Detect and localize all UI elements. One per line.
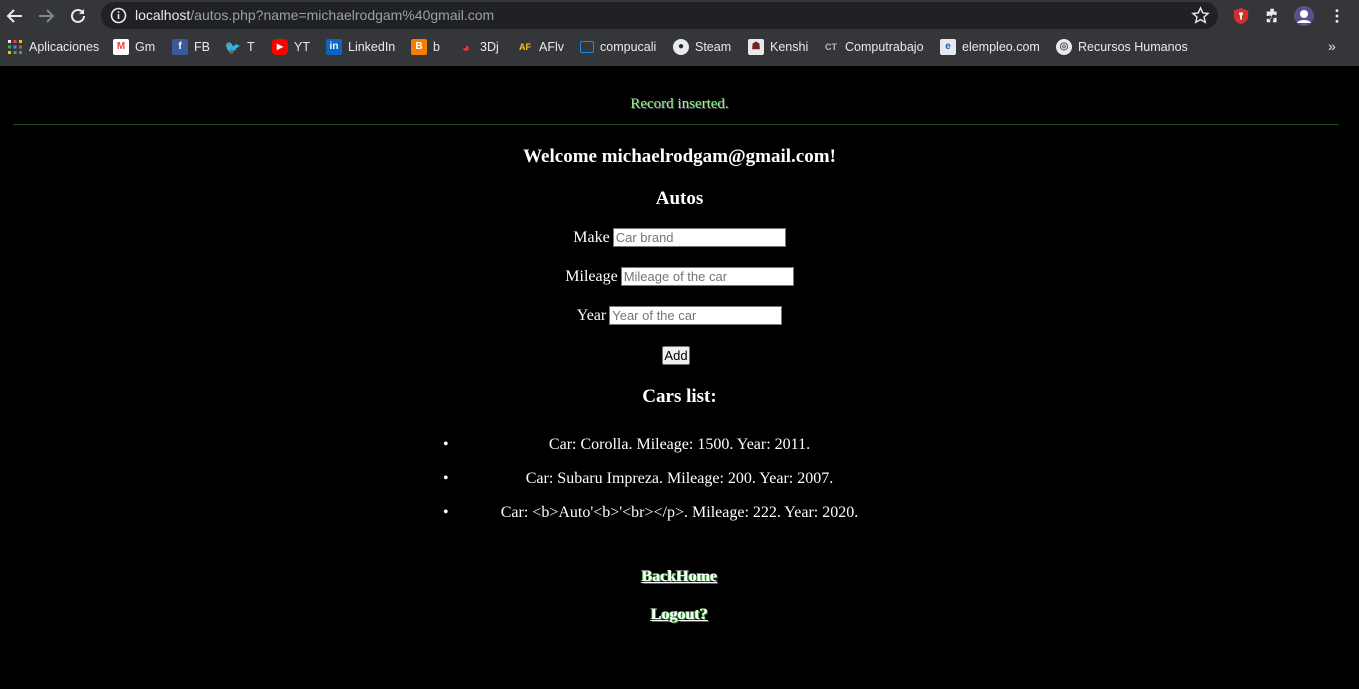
twitter-icon: 🐦 <box>224 39 242 55</box>
back-button[interactable] <box>3 4 27 28</box>
extensions-button[interactable] <box>1262 5 1284 27</box>
info-icon[interactable] <box>110 7 127 24</box>
profile-avatar[interactable] <box>1293 5 1315 27</box>
make-input[interactable] <box>612 228 786 247</box>
bookmark-label: Kenshi <box>770 40 809 54</box>
bookmark-label: 3Dj <box>480 40 499 54</box>
bookmark-label: FB <box>194 40 210 54</box>
puzzle-icon <box>1266 8 1277 23</box>
bookmark-label: compucali <box>600 40 657 54</box>
car-list-item: Car: Corolla. Mileage: 1500. Year: 2011. <box>0 433 1359 467</box>
year-label: Year <box>576 306 607 324</box>
cars-list-heading: Cars list: <box>642 386 717 407</box>
bookmark-label: AFlv <box>539 40 564 54</box>
car-list-item: Car: Subaru Impreza. Mileage: 200. Year:… <box>0 467 1359 501</box>
chevron-double-right-icon[interactable]: » <box>1328 38 1336 54</box>
bookmark-b[interactable]: B b <box>411 34 440 60</box>
make-label: Make <box>573 228 610 246</box>
bookmark-recursos-humanos[interactable]: ◎ Recursos Humanos <box>1056 34 1188 60</box>
url-path: /autos.php?name=michaelrodgam%40gmail.co… <box>190 7 495 23</box>
browser-menu-button[interactable] <box>1326 5 1348 27</box>
bookmarks-bar: Aplicaciones M Gm f FB 🐦 T ▶ YT in Linke… <box>0 34 1359 62</box>
3dj-icon: ◕ <box>462 39 470 55</box>
arrow-left-icon <box>6 9 22 23</box>
recursos-humanos-icon: ◎ <box>1056 39 1072 55</box>
make-row: Make <box>0 228 1359 247</box>
bookmark-label: b <box>433 40 440 54</box>
kenshi-icon: ☗ <box>748 39 764 55</box>
cars-list: Car: Corolla. Mileage: 1500. Year: 2011.… <box>0 433 1359 535</box>
mileage-label: Mileage <box>565 267 618 285</box>
bookmark-3dj[interactable]: ◕ 3Dj <box>458 34 499 60</box>
shield-extension-icon <box>1233 7 1249 25</box>
url-text[interactable]: localhost/autos.php?name=michaelrodgam%4… <box>135 7 494 23</box>
blogger-icon: B <box>411 39 427 55</box>
steam-icon: ● <box>673 39 689 55</box>
flash-message: Record inserted. <box>630 96 729 112</box>
bookmark-label: T <box>247 40 255 54</box>
linkedin-icon: in <box>326 39 342 55</box>
bookmark-label: elempleo.com <box>962 40 1040 54</box>
gmail-icon: M <box>113 39 129 55</box>
avatar-icon <box>1294 6 1314 26</box>
bookmark-label: Steam <box>695 40 732 54</box>
bookmark-label: Computrabajo <box>845 40 924 54</box>
aflv-icon: AF <box>519 41 531 52</box>
browser-chrome: localhost/autos.php?name=michaelrodgam%4… <box>0 0 1359 66</box>
bookmark-computrabajo[interactable]: CT Computrabajo <box>823 34 924 60</box>
bookmark-t[interactable]: 🐦 T <box>225 34 255 60</box>
year-input[interactable] <box>609 306 783 325</box>
car-list-item: Car: <b>Auto'<b>'<br></p>. Mileage: 222.… <box>0 501 1359 535</box>
year-row: Year <box>0 306 1359 325</box>
bookmark-label: Recursos Humanos <box>1078 40 1188 54</box>
back-home-link[interactable]: BackHome <box>0 568 1359 586</box>
bookmark-label: LinkedIn <box>348 40 396 54</box>
apps-grid-icon <box>7 39 23 55</box>
address-bar[interactable]: localhost/autos.php?name=michaelrodgam%4… <box>101 2 1218 29</box>
extension-shield-button[interactable] <box>1230 5 1252 27</box>
mileage-row: Mileage <box>0 267 1359 286</box>
bookmark-label: Aplicaciones <box>29 40 100 54</box>
arrow-right-icon <box>39 9 55 23</box>
bookmark-aflv[interactable]: AF AFlv <box>517 34 564 60</box>
logout-link[interactable]: Logout? <box>0 606 1359 624</box>
bookmark-gm[interactable]: M Gm <box>113 34 155 60</box>
bookmark-steam[interactable]: ● Steam <box>673 34 731 60</box>
elempleo-icon: e <box>940 39 956 55</box>
mileage-input[interactable] <box>620 267 794 286</box>
forward-button[interactable] <box>34 4 58 28</box>
url-host: localhost <box>135 7 191 23</box>
bookmark-kenshi[interactable]: ☗ Kenshi <box>748 34 808 60</box>
bookmark-compucali[interactable]: compucali <box>580 34 656 60</box>
bookmark-label: Gm <box>135 40 156 54</box>
bookmark-aplicaciones[interactable]: Aplicaciones <box>7 34 99 60</box>
facebook-icon: f <box>172 39 188 55</box>
divider <box>13 124 1339 125</box>
bookmark-yt[interactable]: ▶ YT <box>272 34 310 60</box>
bookmark-linkedin[interactable]: in LinkedIn <box>326 34 395 60</box>
kebab-menu-icon <box>1335 9 1339 23</box>
bookmark-elempleo[interactable]: e elempleo.com <box>940 34 1040 60</box>
compucali-icon <box>580 41 594 53</box>
reload-button[interactable] <box>66 4 90 28</box>
page-title: Autos <box>655 188 704 209</box>
bookmark-label: YT <box>294 40 310 54</box>
computrabajo-icon: CT <box>825 41 837 52</box>
welcome-heading: Welcome michaelrodgam@gmail.com! <box>523 146 836 167</box>
star-icon[interactable] <box>1191 6 1210 25</box>
page-content: Record inserted. Welcome michaelrodgam@g… <box>0 66 1359 689</box>
reload-icon <box>71 8 85 23</box>
youtube-icon: ▶ <box>272 39 288 55</box>
bookmark-fb[interactable]: f FB <box>172 34 210 60</box>
add-button[interactable]: Add <box>662 346 690 365</box>
browser-toolbar: localhost/autos.php?name=michaelrodgam%4… <box>0 0 1359 32</box>
